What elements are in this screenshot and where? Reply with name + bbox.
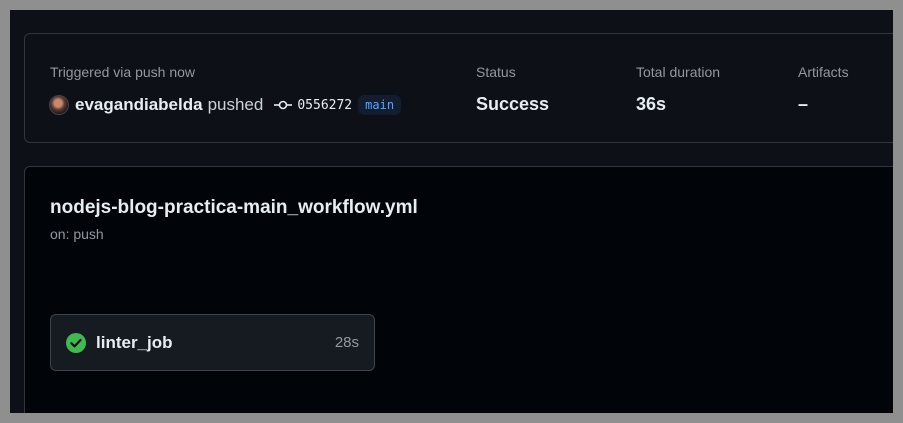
duration-value: 36s bbox=[636, 94, 667, 114]
username-link[interactable]: evagandiabelda bbox=[75, 95, 203, 115]
artifacts-label: Artifacts bbox=[798, 64, 849, 80]
run-summary-panel: Triggered via push now evagandiabelda pu… bbox=[24, 33, 893, 143]
artifacts-column: Artifacts – bbox=[798, 64, 849, 115]
workflow-run-page: Triggered via push now evagandiabelda pu… bbox=[10, 10, 893, 413]
duration-column: Total duration 36s bbox=[636, 64, 720, 115]
status-value: Success bbox=[476, 94, 550, 114]
status-label: Status bbox=[476, 64, 516, 80]
workflow-graph-panel: nodejs-blog-practica-main_workflow.yml o… bbox=[24, 166, 893, 413]
job-duration: 28s bbox=[334, 334, 359, 351]
workflow-file-name: nodejs-blog-practica-main_workflow.yml bbox=[50, 197, 418, 218]
commit-sha-link[interactable]: 0556272 bbox=[297, 98, 352, 113]
trigger-label: Triggered via push now bbox=[50, 64, 196, 80]
avatar[interactable] bbox=[49, 95, 69, 115]
job-card[interactable]: linter_job 28s bbox=[50, 314, 375, 371]
status-column: Status Success bbox=[476, 64, 549, 115]
check-circle-icon bbox=[66, 332, 86, 353]
workflow-trigger: on: push bbox=[50, 226, 104, 242]
job-name: linter_job bbox=[96, 332, 173, 352]
artifacts-value: – bbox=[798, 94, 809, 114]
pusher-row: evagandiabelda pushed 0556272 main bbox=[49, 93, 402, 117]
git-commit-icon bbox=[274, 100, 293, 110]
duration-label: Total duration bbox=[636, 64, 721, 80]
branch-badge[interactable]: main bbox=[358, 95, 402, 115]
push-action-text: pushed bbox=[207, 95, 264, 114]
